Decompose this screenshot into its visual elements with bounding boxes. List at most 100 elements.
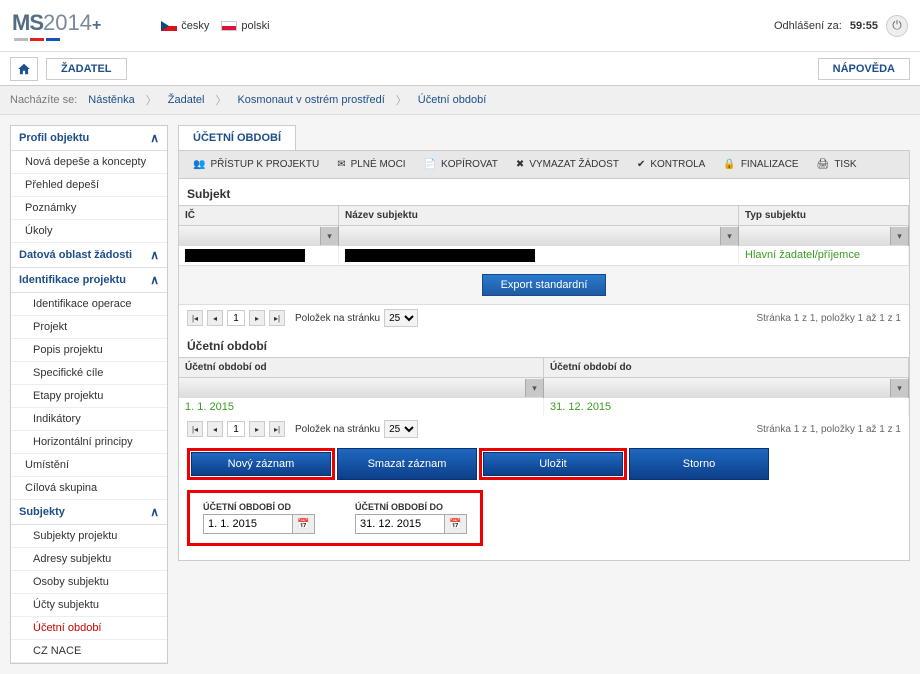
- chevron-up-icon: ∧: [150, 505, 159, 519]
- calendar-icon[interactable]: 📅: [445, 514, 467, 534]
- label-do: ÚČETNÍ OBDOBÍ DO: [355, 502, 467, 512]
- action-bar: 👥PŘÍSTUP K PROJEKTU ✉PLNÉ MOCI 📄KOPÍROVA…: [178, 150, 910, 179]
- lock-icon: 🔒: [723, 159, 735, 170]
- pager-per-page[interactable]: 25: [384, 309, 418, 327]
- section-ucetni-title: Účetní období: [179, 331, 909, 357]
- sidebar-group-subjekty[interactable]: Subjekty∧: [11, 500, 167, 525]
- help-button[interactable]: NÁPOVĚDA: [818, 58, 910, 80]
- calendar-icon[interactable]: 📅: [293, 514, 315, 534]
- breadcrumb: Nacházíte se: Nástěnka〉 Žadatel〉 Kosmona…: [0, 86, 920, 115]
- sidebar-item-active[interactable]: Účetní období: [11, 617, 167, 640]
- sidebar-item[interactable]: Osoby subjektu: [11, 571, 167, 594]
- filter-icon[interactable]: ▾: [720, 227, 738, 245]
- highlight-box: ÚČETNÍ OBDOBÍ OD 📅 ÚČETNÍ OBDOBÍ DO 📅: [187, 490, 483, 546]
- pager-next[interactable]: ▸: [249, 421, 265, 437]
- action-kopirovat[interactable]: 📄KOPÍROVAT: [416, 155, 506, 174]
- date-od-input[interactable]: [203, 514, 293, 534]
- action-vymazat[interactable]: ✖VYMAZAT ŽÁDOST: [508, 155, 627, 174]
- save-button[interactable]: Uložit: [483, 452, 623, 476]
- action-finalizace[interactable]: 🔒FINALIZACE: [715, 155, 806, 174]
- sidebar-item[interactable]: Umístění: [11, 454, 167, 477]
- sidebar-group-identifikace[interactable]: Identifikace projektu∧: [11, 268, 167, 293]
- crumb-zadatel[interactable]: Žadatel: [161, 91, 212, 109]
- filter-icon[interactable]: ▾: [525, 379, 543, 397]
- sidebar-item[interactable]: Subjekty projektu: [11, 525, 167, 548]
- sidebar-item[interactable]: Adresy subjektu: [11, 548, 167, 571]
- sidebar-item[interactable]: Přehled depeší: [11, 174, 167, 197]
- zadatel-button[interactable]: ŽADATEL: [46, 58, 127, 80]
- redacted: [185, 249, 305, 262]
- redacted: [345, 249, 535, 262]
- crumb-project[interactable]: Kosmonaut v ostrém prostředí: [230, 91, 391, 109]
- cell-od: 1. 1. 2015: [179, 398, 544, 416]
- home-button[interactable]: [10, 57, 38, 81]
- sidebar-item[interactable]: Indikátory: [11, 408, 167, 431]
- tab-ucetni-obdobi[interactable]: ÚČETNÍ OBDOBÍ: [178, 125, 296, 150]
- lang-pl[interactable]: polski: [221, 20, 269, 32]
- print-icon: 🖨: [817, 159, 830, 170]
- col-ic[interactable]: IČ: [179, 206, 339, 225]
- sidebar: Profil objektu∧ Nová depeše a koncepty P…: [10, 125, 168, 664]
- action-pristup[interactable]: 👥PŘÍSTUP K PROJEKTU: [185, 155, 327, 174]
- home-icon: [17, 62, 31, 76]
- pager-info: Stránka 1 z 1, položky 1 až 1 z 1: [756, 313, 901, 324]
- action-tisk[interactable]: 🖨TISK: [809, 155, 865, 174]
- delete-record-button[interactable]: Smazat záznam: [337, 448, 477, 480]
- flag-cz-icon: [161, 21, 177, 31]
- col-nazev[interactable]: Název subjektu: [339, 206, 739, 225]
- table-row[interactable]: Hlavní žadatel/příjemce: [179, 246, 909, 265]
- crumb-nastenka[interactable]: Nástěnka: [81, 91, 141, 109]
- sidebar-item[interactable]: Specifické cíle: [11, 362, 167, 385]
- power-icon[interactable]: ⏻: [886, 15, 908, 37]
- people-icon: 👥: [193, 159, 205, 170]
- sidebar-item[interactable]: Etapy projektu: [11, 385, 167, 408]
- sidebar-item[interactable]: Horizontální principy: [11, 431, 167, 454]
- cell-typ: Hlavní žadatel/příjemce: [739, 246, 909, 265]
- sidebar-item[interactable]: Popis projektu: [11, 339, 167, 362]
- action-plnemoci[interactable]: ✉PLNÉ MOCI: [329, 155, 413, 174]
- sidebar-item[interactable]: Projekt: [11, 316, 167, 339]
- filter-od[interactable]: [179, 381, 525, 396]
- new-record-button[interactable]: Nový záznam: [191, 452, 331, 476]
- crumb-current[interactable]: Účetní období: [411, 91, 494, 109]
- sidebar-item[interactable]: CZ NACE: [11, 640, 167, 663]
- col-do[interactable]: Účetní období do: [544, 358, 909, 377]
- pager-page-input[interactable]: [227, 421, 245, 437]
- section-subjekt-title: Subjekt: [179, 179, 909, 205]
- filter-do[interactable]: [544, 381, 890, 396]
- pager-per-page[interactable]: 25: [384, 420, 418, 438]
- logout-timer: 59:55: [850, 20, 878, 32]
- filter-icon[interactable]: ▾: [890, 227, 908, 245]
- sidebar-group-datova[interactable]: Datová oblast žádosti∧: [11, 243, 167, 268]
- sidebar-item[interactable]: Cílová skupina: [11, 477, 167, 500]
- pager-prev[interactable]: ◂: [207, 421, 223, 437]
- filter-icon[interactable]: ▾: [320, 227, 338, 245]
- cancel-button[interactable]: Storno: [629, 448, 769, 480]
- check-icon: ✔: [637, 159, 645, 170]
- sidebar-item[interactable]: Účty subjektu: [11, 594, 167, 617]
- col-od[interactable]: Účetní období od: [179, 358, 544, 377]
- sidebar-item[interactable]: Identifikace operace: [11, 293, 167, 316]
- sidebar-item[interactable]: Úkoly: [11, 220, 167, 243]
- sidebar-item[interactable]: Poznámky: [11, 197, 167, 220]
- table-row[interactable]: 1. 1. 2015 31. 12. 2015: [179, 398, 909, 416]
- highlight-box: Nový záznam: [187, 448, 335, 480]
- pager-prev[interactable]: ◂: [207, 310, 223, 326]
- action-kontrola[interactable]: ✔KONTROLA: [629, 155, 713, 174]
- pager-page-input[interactable]: [227, 310, 245, 326]
- sidebar-item[interactable]: Nová depeše a koncepty: [11, 151, 167, 174]
- filter-icon[interactable]: ▾: [890, 379, 908, 397]
- sidebar-group-profil[interactable]: Profil objektu∧: [11, 126, 167, 151]
- filter-typ[interactable]: [739, 229, 890, 244]
- col-typ[interactable]: Typ subjektu: [739, 206, 909, 225]
- date-do-input[interactable]: [355, 514, 445, 534]
- filter-nazev[interactable]: [339, 229, 720, 244]
- export-button[interactable]: Export standardní: [482, 274, 607, 296]
- pager-first[interactable]: |◂: [187, 421, 203, 437]
- pager-last[interactable]: ▸|: [269, 421, 285, 437]
- pager-next[interactable]: ▸: [249, 310, 265, 326]
- filter-ic[interactable]: [179, 229, 320, 244]
- pager-last[interactable]: ▸|: [269, 310, 285, 326]
- lang-cs[interactable]: česky: [161, 20, 209, 32]
- pager-first[interactable]: |◂: [187, 310, 203, 326]
